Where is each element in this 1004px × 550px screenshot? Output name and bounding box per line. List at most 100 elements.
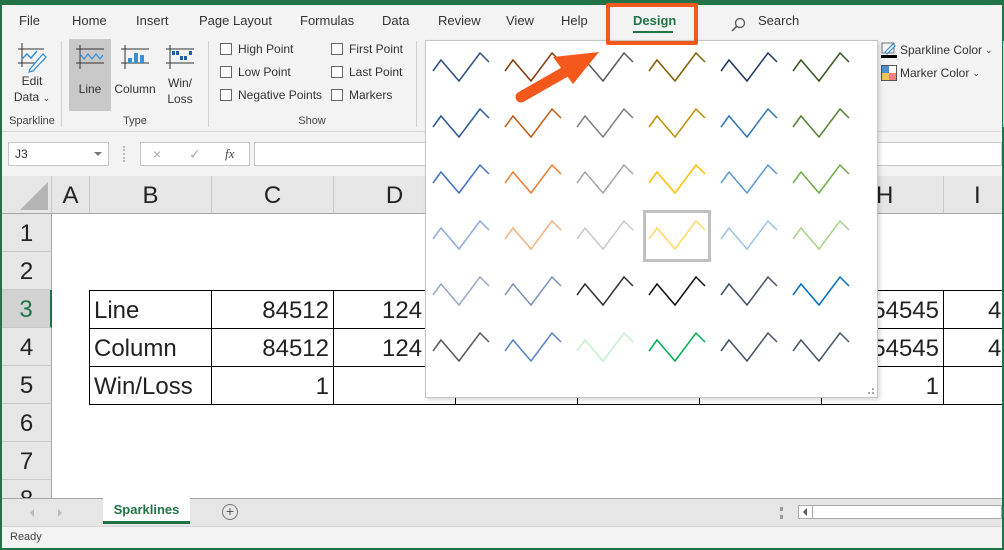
sparkline-style-option[interactable] [502, 325, 570, 377]
cell-b3[interactable]: Line [90, 291, 212, 329]
column-header-a[interactable]: A [52, 176, 90, 214]
sparkline-style-option[interactable] [646, 325, 714, 377]
type-line-button[interactable]: Line [69, 39, 111, 111]
sparkline-style-option[interactable] [646, 101, 714, 153]
sparkline-style-option[interactable] [643, 210, 711, 262]
sparkline-style-option[interactable] [718, 101, 786, 153]
row-header-8[interactable]: 8 [2, 480, 52, 498]
sparkline-style-option[interactable] [718, 213, 786, 265]
cell-b5[interactable]: Win/Loss [90, 367, 212, 405]
row-header-7[interactable]: 7 [2, 442, 52, 480]
cell-i3[interactable]: 4 [944, 291, 1002, 329]
tab-help[interactable]: Help [561, 13, 588, 28]
sparkline-style-option[interactable] [646, 269, 714, 321]
sparkline-style-option[interactable] [502, 101, 570, 153]
sparkline-style-option[interactable] [790, 213, 858, 265]
sparkline-style-option[interactable] [646, 157, 714, 209]
sparkline-style-option[interactable] [574, 213, 642, 265]
select-all-button[interactable] [2, 176, 52, 214]
column-header-i[interactable]: I [944, 176, 1002, 214]
tab-page-layout[interactable]: Page Layout [199, 13, 272, 28]
row-header-6[interactable]: 6 [2, 404, 52, 442]
sparkline-style-option[interactable] [718, 269, 786, 321]
sparkline-style-option[interactable] [502, 45, 570, 97]
row-header-1[interactable]: 1 [2, 214, 52, 252]
cell-b4[interactable]: Column [90, 329, 212, 367]
row-header-3[interactable]: 3 [2, 290, 52, 328]
sparkline-style-option[interactable] [430, 213, 498, 265]
cell-c3[interactable]: 84512 [212, 291, 334, 329]
sparkline-style-option[interactable] [574, 45, 642, 97]
search-icon[interactable] [730, 17, 746, 33]
sparkline-style-option[interactable] [790, 101, 858, 153]
marker-color-button[interactable]: Marker Color ⌄ [881, 65, 980, 81]
sparkline-style-option[interactable] [430, 325, 498, 377]
row-header-2[interactable]: 2 [2, 252, 52, 290]
scroll-tabs-right-icon[interactable] [58, 509, 62, 517]
sparkline-color-button[interactable]: Sparkline Color ⌄ [881, 42, 993, 58]
scroll-tabs-left-icon[interactable] [30, 509, 34, 517]
scroll-left-button[interactable] [799, 506, 813, 518]
sparkline-style-option[interactable] [790, 45, 858, 97]
tab-insert[interactable]: Insert [136, 13, 169, 28]
sheet-tab-sparklines[interactable]: Sparklines [103, 498, 190, 524]
enter-icon[interactable]: ✓ [189, 146, 201, 163]
tab-formulas[interactable]: Formulas [300, 13, 354, 28]
cell-i4[interactable]: 4 [944, 329, 1002, 367]
low-point-checkbox[interactable]: Low Point [220, 65, 291, 79]
checkbox-box[interactable] [220, 66, 232, 78]
tab-view[interactable]: View [506, 13, 534, 28]
sparkline-style-option[interactable] [790, 157, 858, 209]
insert-function-icon[interactable]: fx [225, 146, 234, 162]
cancel-icon[interactable]: × [153, 146, 161, 162]
cell-c5[interactable]: 1 [212, 367, 334, 405]
sparkline-style-option[interactable] [790, 325, 858, 377]
checkbox-box[interactable] [331, 43, 343, 55]
checkbox-box[interactable] [331, 89, 343, 101]
edit-data-button[interactable]: Edit Data ⌄ [8, 41, 56, 109]
sparkline-style-option[interactable] [574, 157, 642, 209]
high-point-checkbox[interactable]: High Point [220, 42, 293, 56]
tab-split-handle[interactable] [780, 507, 783, 519]
negative-points-checkbox[interactable]: Negative Points [220, 88, 322, 102]
formula-bar-grip[interactable] [123, 146, 125, 162]
row-header-5[interactable]: 5 [2, 366, 52, 404]
first-point-checkbox[interactable]: First Point [331, 42, 403, 56]
row-header-4[interactable]: 4 [2, 328, 52, 366]
checkbox-box[interactable] [220, 43, 232, 55]
column-header-c[interactable]: C [212, 176, 334, 214]
tab-data[interactable]: Data [382, 13, 409, 28]
sparkline-style-option[interactable] [502, 157, 570, 209]
sparkline-style-option[interactable] [718, 325, 786, 377]
sparkline-style-option[interactable] [574, 269, 642, 321]
tab-home[interactable]: Home [72, 13, 107, 28]
checkbox-box[interactable] [331, 66, 343, 78]
sparkline-style-option[interactable] [718, 45, 786, 97]
cell-c4[interactable]: 84512 [212, 329, 334, 367]
sparkline-style-option[interactable] [430, 269, 498, 321]
sparkline-style-option[interactable] [430, 45, 498, 97]
sparkline-style-option[interactable] [430, 157, 498, 209]
column-header-b[interactable]: B [90, 176, 212, 214]
sparkline-style-option[interactable] [502, 269, 570, 321]
add-sheet-button[interactable]: + [222, 504, 238, 520]
last-point-checkbox[interactable]: Last Point [331, 65, 402, 79]
sparkline-style-option[interactable] [718, 157, 786, 209]
tab-file[interactable]: File [19, 13, 40, 28]
type-winloss-button[interactable]: Win/ Loss [160, 39, 200, 111]
type-column-button[interactable]: Column [112, 39, 158, 111]
sparkline-style-option[interactable] [502, 213, 570, 265]
sparkline-style-option[interactable] [574, 101, 642, 153]
sparkline-style-option[interactable] [646, 45, 714, 97]
gallery-resize-grip[interactable] [868, 388, 874, 394]
name-box[interactable]: J3 [8, 142, 109, 166]
name-box-dropdown-icon[interactable] [94, 152, 102, 156]
sparkline-style-option[interactable] [430, 101, 498, 153]
markers-checkbox[interactable]: Markers [331, 88, 392, 102]
cell-i5[interactable] [944, 367, 1002, 405]
checkbox-box[interactable] [220, 89, 232, 101]
sparkline-style-option[interactable] [574, 325, 642, 377]
tab-review[interactable]: Review [438, 13, 481, 28]
sparkline-style-option[interactable] [790, 269, 858, 321]
horizontal-scrollbar[interactable] [798, 505, 1002, 519]
